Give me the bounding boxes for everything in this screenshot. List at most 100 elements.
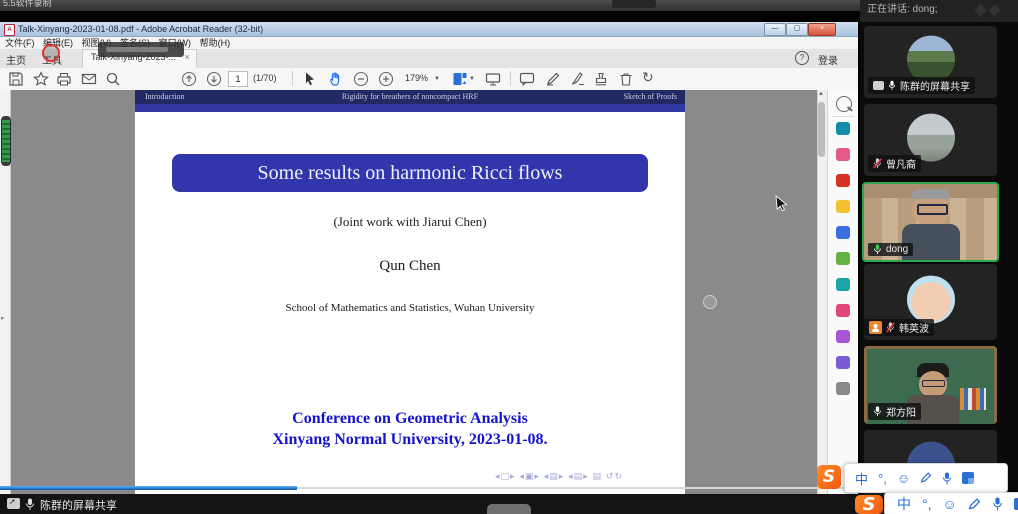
secondary-cursor — [703, 295, 717, 309]
toolbar-divider — [510, 71, 511, 86]
email-icon[interactable] — [81, 71, 97, 87]
ime-lang-toggle[interactable]: 中 — [855, 469, 868, 488]
search-icon[interactable] — [105, 71, 121, 87]
mic-muted-icon — [886, 322, 895, 333]
screen-share-icon — [873, 81, 884, 90]
comment-icon[interactable] — [519, 71, 535, 87]
recorder-widget — [1, 116, 11, 166]
star-icon[interactable] — [33, 71, 49, 87]
scrollbar-up-icon[interactable]: ▲ — [818, 91, 824, 97]
recorder-status-fragment — [612, 0, 656, 8]
participant-tile[interactable]: 陈群的屏幕共享 — [864, 26, 997, 98]
host-badge-icon — [869, 321, 882, 334]
create-pdf-icon[interactable] — [836, 174, 850, 187]
menu-help[interactable]: 帮助(H) — [200, 37, 231, 49]
stamp-icon[interactable] — [593, 71, 609, 87]
collapse-chevron-icon[interactable] — [988, 4, 1001, 17]
certificates-icon[interactable] — [836, 356, 850, 369]
next-page-icon[interactable] — [206, 71, 222, 87]
scrollbar-thumb[interactable] — [818, 102, 825, 157]
ime-punctuation-toggle[interactable]: °, — [922, 496, 932, 512]
hand-tool-icon[interactable] — [328, 71, 344, 87]
more-tools-icon[interactable] — [836, 382, 850, 395]
ime-emoji-icon[interactable]: ☺ — [943, 496, 957, 512]
previous-page-icon[interactable] — [181, 71, 197, 87]
tab-home[interactable]: 主页 — [6, 52, 26, 67]
ime-punctuation-toggle[interactable]: °, — [878, 471, 887, 486]
zoom-in-icon[interactable] — [378, 71, 394, 87]
ime-toolbar: 中 °, ☺ — [844, 463, 1008, 493]
participant-tile-active[interactable]: dong — [862, 182, 999, 262]
sign-in-button[interactable]: 登录 — [818, 52, 838, 67]
highlight-pencil-icon[interactable] — [545, 71, 561, 87]
mic-on-icon — [873, 406, 882, 417]
export-pdf-icon[interactable] — [836, 122, 850, 135]
mic-icon — [25, 498, 35, 511]
participant-tile[interactable]: 郑方阳 — [864, 346, 997, 424]
slide-section-left: Introduction — [145, 90, 185, 104]
ime-toolbox-icon[interactable] — [962, 472, 974, 484]
ime-lang-toggle[interactable]: 中 — [897, 494, 911, 514]
help-icon[interactable]: ? — [795, 51, 809, 65]
participant-tile[interactable]: 曾凡裔 — [864, 104, 997, 176]
document-viewport[interactable]: ▸ Rigidity for breathers of noncompact H… — [0, 90, 858, 505]
share-banner-bar: 陈群的屏幕共享 — [0, 494, 860, 514]
slide-author: Qun Chen — [135, 258, 685, 275]
close-button[interactable]: × — [808, 23, 836, 36]
ime-mic-icon[interactable] — [992, 497, 1003, 511]
playback-progress-fill[interactable] — [0, 486, 297, 490]
comment-tool-icon[interactable] — [836, 200, 850, 213]
recorder-tooltip — [98, 42, 184, 57]
recording-indicator-icon[interactable] — [42, 44, 60, 62]
participant-tile[interactable]: 韩英波 — [864, 264, 997, 340]
compress-pdf-icon[interactable] — [836, 278, 850, 291]
rotate-icon[interactable]: ↻ — [642, 69, 654, 86]
fill-sign-tool-icon[interactable] — [836, 304, 850, 317]
menu-file[interactable]: 文件(F) — [5, 37, 35, 49]
restore-button[interactable]: ▢ — [786, 23, 808, 36]
page-number-input[interactable]: 1 — [228, 71, 248, 87]
ime-pencil-icon[interactable] — [968, 498, 981, 511]
mic-on-icon — [888, 80, 896, 91]
slide-section-right: Sketch of Proofs — [624, 90, 677, 104]
beamer-nav-symbols[interactable]: ◂□▸ ◂▣▸ ◂▤▸ ◂▤▸ ▤ ↺↻ — [495, 472, 623, 482]
pane-divider — [832, 116, 854, 117]
sogou-logo[interactable]: S — [817, 465, 841, 489]
zoom-out-icon[interactable] — [353, 71, 369, 87]
print-icon[interactable] — [56, 71, 72, 87]
speaking-status-bar: 正在讲话: dong; — [860, 0, 1018, 22]
ime-emoji-icon[interactable]: ☺ — [897, 471, 910, 486]
bottom-center-popup — [487, 504, 531, 514]
page-view-icon[interactable] — [452, 71, 468, 87]
speaking-status: 正在讲话: dong; — [867, 0, 938, 20]
zoom-level-value[interactable]: 179% — [405, 73, 428, 83]
zoom-caret-icon[interactable]: ▼ — [434, 76, 440, 82]
edit-pdf-icon[interactable] — [836, 148, 850, 161]
combine-files-icon[interactable] — [836, 226, 850, 239]
ime-mic-icon[interactable] — [942, 472, 952, 485]
page-view-caret-icon[interactable]: ▼ — [469, 76, 475, 82]
ime-toolbar-shared: 中 °, ☺ — [884, 492, 1018, 514]
mouse-cursor — [775, 195, 789, 213]
tools-pane — [827, 90, 858, 505]
sogou-logo[interactable]: S — [855, 495, 883, 514]
ime-toolbox-icon[interactable] — [1014, 498, 1018, 510]
delete-icon[interactable] — [618, 71, 634, 87]
panel-expand-icon[interactable]: ▸ — [1, 314, 5, 322]
prepare-form-icon[interactable] — [836, 330, 850, 343]
acrobat-title-bar[interactable]: A Talk-Xinyang-2023-01-08.pdf - Adobe Ac… — [0, 22, 858, 37]
collapse-chevron-icon[interactable] — [974, 4, 987, 17]
tab-close-icon[interactable]: × — [185, 52, 190, 62]
toolbar-divider — [292, 71, 293, 86]
select-tool-icon[interactable] — [302, 71, 318, 87]
participant-name: 曾凡裔 — [886, 156, 916, 171]
presentation-icon[interactable] — [485, 71, 501, 87]
pane-search-icon[interactable] — [836, 96, 852, 112]
organize-pages-icon[interactable] — [836, 252, 850, 265]
screen: 5.5软件录制 A Talk-Xinyang-2023-01-08.pdf - … — [0, 0, 1018, 514]
minimize-button[interactable]: — — [764, 23, 786, 36]
ime-pencil-icon[interactable] — [920, 472, 932, 484]
save-icon[interactable] — [8, 71, 24, 87]
mic-muted-icon — [873, 158, 882, 169]
fill-sign-icon[interactable] — [570, 71, 586, 87]
